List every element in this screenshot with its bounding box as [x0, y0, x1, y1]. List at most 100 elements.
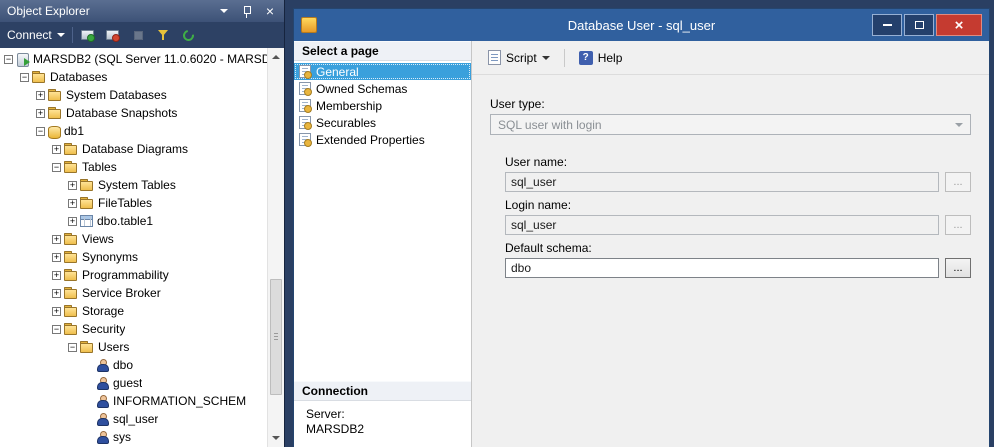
- tree-item-service-broker[interactable]: + Service Broker: [0, 284, 267, 302]
- page-item-general[interactable]: General: [294, 63, 471, 80]
- expander-plus-icon[interactable]: +: [68, 217, 77, 226]
- script-button-label: Script: [506, 51, 537, 65]
- expander-minus-icon[interactable]: −: [20, 73, 29, 82]
- user-name-input[interactable]: sql_user: [505, 172, 939, 192]
- expander-plus-icon[interactable]: +: [52, 235, 61, 244]
- stop-button[interactable]: [130, 27, 147, 44]
- scroll-thumb[interactable]: [270, 279, 282, 395]
- refresh-button[interactable]: [180, 27, 197, 44]
- expander-minus-icon[interactable]: −: [52, 163, 61, 172]
- tree-item-system-databases[interactable]: +System Databases: [0, 86, 267, 104]
- connect-server-button[interactable]: [80, 27, 97, 44]
- tree-item-marsdb2-sql-server-11-0-6020-marsd[interactable]: − MARSDB2 (SQL Server 11.0.6020 - MARSD: [0, 50, 267, 68]
- tree-item-label: FileTables: [98, 196, 152, 210]
- login-name-label: Login name:: [505, 198, 971, 212]
- tree-item-label: db1: [64, 124, 84, 138]
- login-name-browse-button[interactable]: ...: [945, 215, 971, 235]
- tree-item-label: INFORMATION_SCHEM: [113, 394, 246, 408]
- tree-item-sql-user[interactable]: sql_user: [0, 410, 267, 428]
- connect-server-icon: [81, 29, 95, 42]
- vertical-scrollbar[interactable]: [267, 48, 284, 447]
- disconnect-button[interactable]: [105, 27, 122, 44]
- tree-item-views[interactable]: + Views: [0, 230, 267, 248]
- tree-item-db1[interactable]: − db1: [0, 122, 267, 140]
- expander-plus-icon[interactable]: +: [36, 109, 45, 118]
- page-icon: [299, 65, 311, 78]
- tree-item-dbo-table1[interactable]: +dbo.table1: [0, 212, 267, 230]
- tree-item-synonyms[interactable]: + Synonyms: [0, 248, 267, 266]
- default-schema-browse-button[interactable]: ...: [945, 258, 971, 278]
- expander-minus-icon[interactable]: −: [4, 55, 13, 64]
- expander-plus-icon[interactable]: +: [68, 181, 77, 190]
- tree-item-database-snapshots[interactable]: +Database Snapshots: [0, 104, 267, 122]
- page-item-owned-schemas[interactable]: Owned Schemas: [294, 80, 471, 97]
- default-schema-label: Default schema:: [505, 241, 971, 255]
- tree-item-label: Views: [82, 232, 114, 246]
- tree-item-databases[interactable]: −Databases: [0, 68, 267, 86]
- expander-plus-icon[interactable]: +: [52, 253, 61, 262]
- tree-item-filetables[interactable]: + FileTables: [0, 194, 267, 212]
- script-button[interactable]: Script: [482, 47, 556, 68]
- spacer: [306, 437, 459, 445]
- help-button[interactable]: ? Help: [573, 48, 629, 68]
- tree-item-label: dbo: [113, 358, 133, 372]
- table-icon: [80, 215, 93, 227]
- expander-plus-icon[interactable]: +: [52, 271, 61, 280]
- expander-plus-icon[interactable]: +: [68, 199, 77, 208]
- select-a-page-header: Select a page: [294, 41, 471, 61]
- tree-item-security[interactable]: −Security: [0, 320, 267, 338]
- folder-icon: [64, 233, 78, 245]
- connect-button[interactable]: Connect: [7, 28, 65, 42]
- folder-icon: [32, 71, 46, 83]
- expander-plus-icon[interactable]: +: [52, 289, 61, 298]
- pin-icon: [242, 5, 252, 18]
- tree-item-information-schem[interactable]: INFORMATION_SCHEM: [0, 392, 267, 410]
- expander-minus-icon[interactable]: −: [68, 343, 77, 352]
- page-item-label: Securables: [316, 116, 376, 130]
- connection-header: Connection: [294, 381, 471, 401]
- folder-icon: [64, 143, 78, 155]
- tree-item-label: Service Broker: [82, 286, 161, 300]
- expander-minus-icon[interactable]: −: [52, 325, 61, 334]
- login-name-input[interactable]: sql_user: [505, 215, 939, 235]
- default-schema-input[interactable]: dbo: [505, 258, 939, 278]
- tree-item-users[interactable]: −Users: [0, 338, 267, 356]
- page-icon: [299, 99, 311, 112]
- expander-plus-icon[interactable]: +: [52, 307, 61, 316]
- page-item-membership[interactable]: Membership: [294, 97, 471, 114]
- tree-item-label: Synonyms: [82, 250, 138, 264]
- tree-item-programmability[interactable]: +Programmability: [0, 266, 267, 284]
- maximize-button[interactable]: [904, 14, 934, 36]
- expander-plus-icon[interactable]: +: [36, 91, 45, 100]
- user-icon: [96, 359, 109, 372]
- object-explorer-titlebar[interactable]: Object Explorer ×: [0, 0, 284, 22]
- tree-item-tables[interactable]: −Tables: [0, 158, 267, 176]
- dialog-titlebar[interactable]: Database User - sql_user ×: [294, 9, 989, 41]
- server-icon: [16, 53, 29, 66]
- tree-item-storage[interactable]: +Storage: [0, 302, 267, 320]
- toolbar-separator: [564, 49, 565, 67]
- tree-item-database-diagrams[interactable]: +Database Diagrams: [0, 140, 267, 158]
- connect-button-label: Connect: [7, 28, 52, 42]
- scroll-up-button[interactable]: [268, 49, 284, 65]
- window-position-button[interactable]: [217, 3, 231, 19]
- page-item-securables[interactable]: Securables: [294, 114, 471, 131]
- dialog-body: Select a page GeneralOwned SchemasMember…: [294, 41, 989, 447]
- close-button[interactable]: ×: [936, 14, 982, 36]
- tree-item-label: MARSDB2 (SQL Server 11.0.6020 - MARSD: [33, 52, 267, 66]
- tree-item-system-tables[interactable]: +System Tables: [0, 176, 267, 194]
- page-item-extended-properties[interactable]: Extended Properties: [294, 131, 471, 148]
- auto-hide-pin-button[interactable]: [240, 3, 254, 19]
- minimize-button[interactable]: [872, 14, 902, 36]
- user-type-select[interactable]: SQL user with login: [490, 114, 971, 135]
- filter-button[interactable]: [155, 27, 172, 44]
- scroll-down-button[interactable]: [268, 430, 284, 446]
- user-name-browse-button[interactable]: ...: [945, 172, 971, 192]
- tree-item-guest[interactable]: guest: [0, 374, 267, 392]
- tree-item-sys[interactable]: sys: [0, 428, 267, 446]
- page-icon: [299, 133, 311, 146]
- close-panel-button[interactable]: ×: [263, 3, 277, 19]
- tree-item-dbo[interactable]: dbo: [0, 356, 267, 374]
- expander-plus-icon[interactable]: +: [52, 145, 61, 154]
- expander-minus-icon[interactable]: −: [36, 127, 45, 136]
